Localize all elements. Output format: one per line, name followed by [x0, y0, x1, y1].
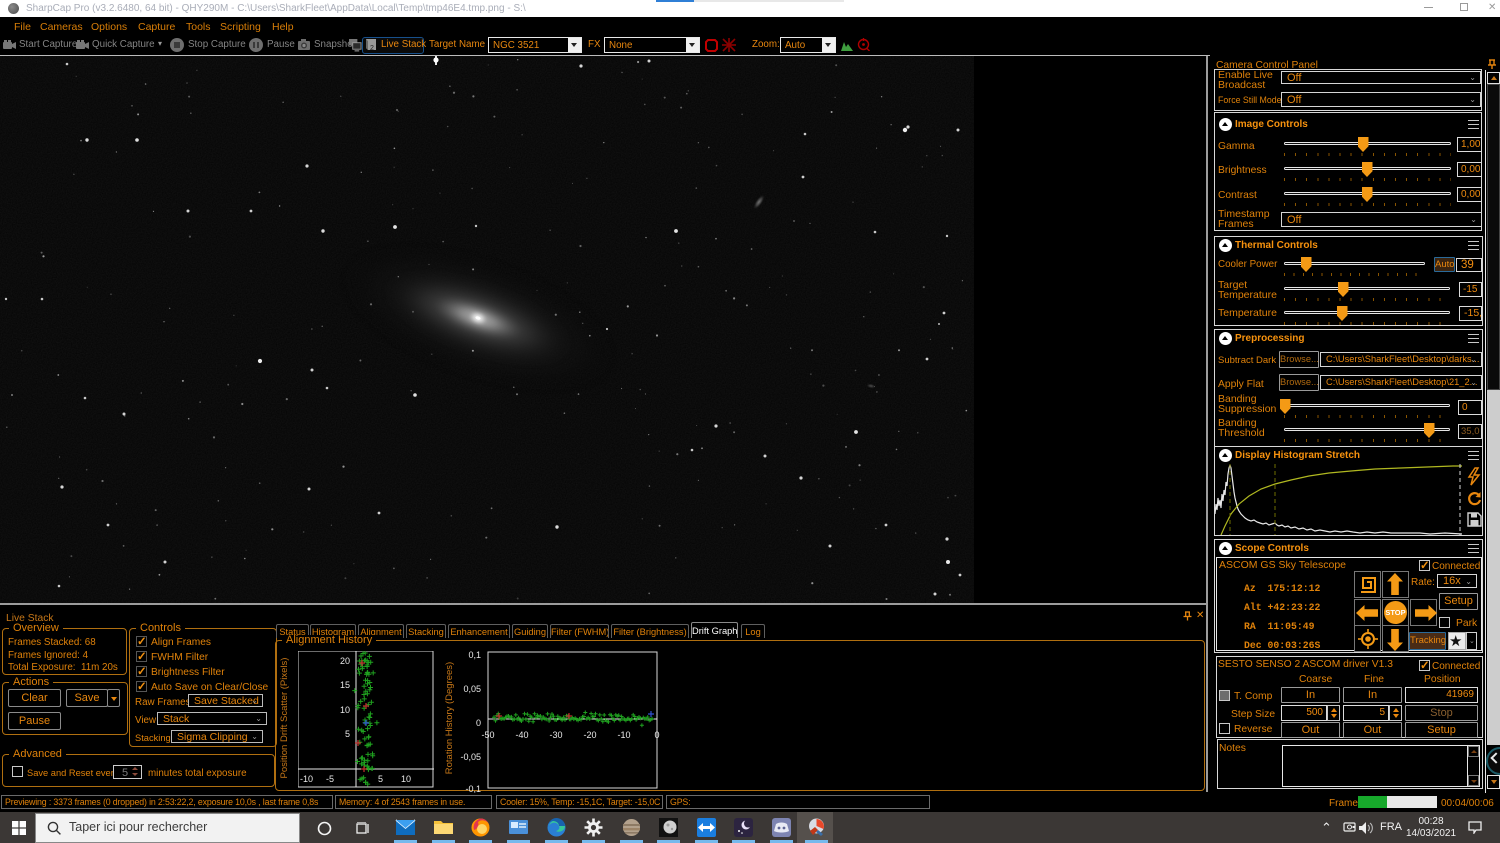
svg-text:-40: -40	[515, 730, 528, 740]
svg-text:-10: -10	[300, 774, 313, 784]
svg-text:5: 5	[378, 774, 383, 784]
svg-text:20: 20	[340, 656, 350, 666]
svg-text:-10: -10	[617, 730, 630, 740]
svg-text:15: 15	[340, 680, 350, 690]
svg-text:-20: -20	[583, 730, 596, 740]
svg-text:-5: -5	[326, 774, 334, 784]
svg-text:-30: -30	[549, 730, 562, 740]
svg-text:0: 0	[476, 718, 481, 728]
svg-text:-50: -50	[481, 730, 494, 740]
svg-text:2: 2	[370, 45, 374, 52]
svg-text:Position Drift Scatter (Pixels: Position Drift Scatter (Pixels)	[280, 658, 290, 779]
svg-text:10: 10	[401, 774, 411, 784]
svg-text:-0,05: -0,05	[460, 752, 481, 762]
svg-text:0,05: 0,05	[463, 684, 481, 694]
svg-text:0,1: 0,1	[468, 650, 481, 660]
svg-text:10: 10	[340, 705, 350, 715]
svg-text:5: 5	[345, 729, 350, 739]
svg-text:0: 0	[654, 730, 659, 740]
svg-text:Rotation History (Degrees): Rotation History (Degrees)	[445, 662, 455, 774]
